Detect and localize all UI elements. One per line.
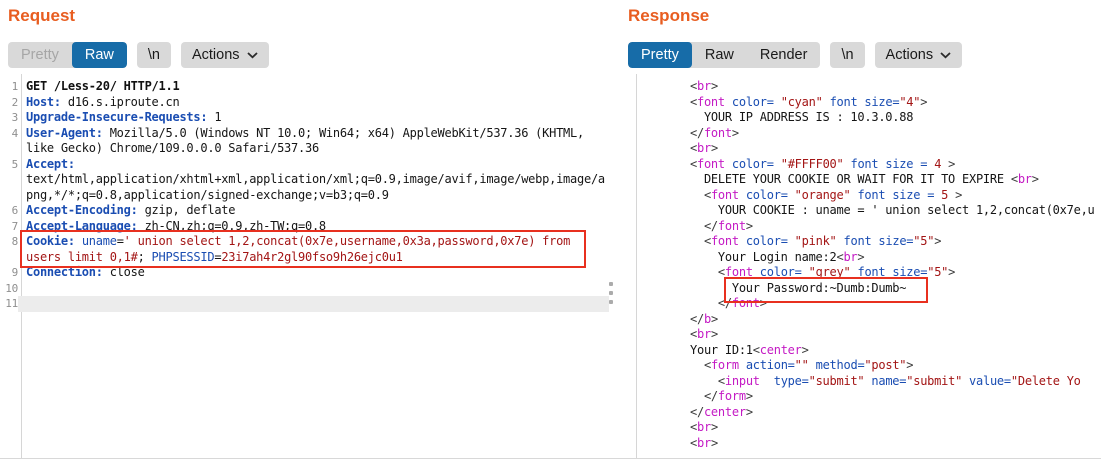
code-line: </center> xyxy=(620,405,1101,421)
code-line: </form> xyxy=(620,389,1101,405)
line-number: 5 xyxy=(0,157,18,173)
code-line: YOUR IP ADDRESS IS : 10.3.0.88 xyxy=(620,110,1101,126)
line-number xyxy=(0,250,18,266)
request-toolbar: PrettyRaw \n Actions xyxy=(8,42,269,68)
code-line: </font> xyxy=(620,126,1101,142)
request-actions-label: Actions xyxy=(192,47,240,63)
request-actions-button[interactable]: Actions xyxy=(181,42,269,68)
code-line: like Gecko) Chrome/109.0.0.0 Safari/537.… xyxy=(0,141,614,157)
line-number: 1 xyxy=(0,79,18,95)
code-line: 5Accept: xyxy=(0,157,614,173)
line-number: 2 xyxy=(0,95,18,111)
code-line: Your ID:1<center> xyxy=(620,343,1101,359)
code-line: </b> xyxy=(620,312,1101,328)
response-title: Response xyxy=(628,6,709,26)
code-line: Your Login name:2<br> xyxy=(620,250,1101,266)
tab-raw[interactable]: Raw xyxy=(692,42,747,68)
code-line: 10 xyxy=(0,281,614,297)
code-line: <br> xyxy=(620,327,1101,343)
code-line: 6Accept-Encoding: gzip, deflate xyxy=(0,203,614,219)
code-line: 11 xyxy=(0,296,614,312)
response-panel: Response PrettyRawRender \n Actions <br>… xyxy=(620,0,1101,461)
line-number: 11 xyxy=(0,296,18,312)
response-newline-toggle-button[interactable]: \n xyxy=(830,42,864,68)
line-number: 9 xyxy=(0,265,18,281)
code-line: <br> xyxy=(620,420,1101,436)
line-number xyxy=(0,172,18,188)
chevron-down-icon xyxy=(247,52,258,59)
response-password-annotation-box xyxy=(724,277,928,303)
response-tab-group: PrettyRawRender xyxy=(628,42,820,68)
code-line: </font> xyxy=(620,219,1101,235)
bottom-border xyxy=(0,458,1101,459)
request-panel: Request PrettyRaw \n Actions 1GET /Less-… xyxy=(0,0,614,461)
response-actions-button[interactable]: Actions xyxy=(875,42,963,68)
code-line: <input type="submit" name="submit" value… xyxy=(620,374,1101,390)
tab-pretty[interactable]: Pretty xyxy=(8,42,72,68)
chevron-down-icon xyxy=(940,52,951,59)
response-toolbar: PrettyRawRender \n Actions xyxy=(628,42,962,68)
code-line: YOUR COOKIE : uname = ' union select 1,2… xyxy=(620,203,1101,219)
http-message-viewer: Request PrettyRaw \n Actions 1GET /Less-… xyxy=(0,0,1101,461)
line-number: 4 xyxy=(0,126,18,142)
code-line: 1GET /Less-20/ HTTP/1.1 xyxy=(0,79,614,95)
code-line: 4User-Agent: Mozilla/5.0 (Windows NT 10.… xyxy=(0,126,614,142)
code-line: <font color= "cyan" font size="4"> xyxy=(620,95,1101,111)
code-line: <br> xyxy=(620,141,1101,157)
code-line: <br> xyxy=(620,79,1101,95)
line-number: 3 xyxy=(0,110,18,126)
request-editor[interactable]: 1GET /Less-20/ HTTP/1.12Host: d16.s.ipro… xyxy=(0,74,614,458)
request-newline-toggle-button[interactable]: \n xyxy=(137,42,171,68)
code-line: 2Host: d16.s.iproute.cn xyxy=(0,95,614,111)
code-line: <font color= "orange" font size = 5 > xyxy=(620,188,1101,204)
response-editor[interactable]: <br><font color= "cyan" font size="4"> Y… xyxy=(620,74,1101,458)
request-title: Request xyxy=(8,6,75,26)
request-cookie-annotation-box xyxy=(20,230,586,268)
code-line: 3Upgrade-Insecure-Requests: 1 xyxy=(0,110,614,126)
code-line: text/html,application/xhtml+xml,applicat… xyxy=(0,172,614,188)
code-line: DELETE YOUR COOKIE OR WAIT FOR IT TO EXP… xyxy=(620,172,1101,188)
response-actions-label: Actions xyxy=(886,47,934,63)
panel-splitter-grip-icon[interactable] xyxy=(607,282,615,304)
tab-render[interactable]: Render xyxy=(747,42,821,68)
line-number xyxy=(0,188,18,204)
code-line: <br> xyxy=(620,436,1101,452)
tab-pretty[interactable]: Pretty xyxy=(628,42,692,68)
code-line: <form action="" method="post"> xyxy=(620,358,1101,374)
line-number: 7 xyxy=(0,219,18,235)
tab-raw[interactable]: Raw xyxy=(72,42,127,68)
code-line: <font color= "pink" font size="5"> xyxy=(620,234,1101,250)
line-number: 6 xyxy=(0,203,18,219)
code-line: <font color= "#FFFF00" font size = 4 > xyxy=(620,157,1101,173)
request-tab-group: PrettyRaw xyxy=(8,42,127,68)
line-number: 8 xyxy=(0,234,18,250)
code-line: png,*/*;q=0.8,application/signed-exchang… xyxy=(0,188,614,204)
line-number: 10 xyxy=(0,281,18,297)
line-number xyxy=(0,141,18,157)
